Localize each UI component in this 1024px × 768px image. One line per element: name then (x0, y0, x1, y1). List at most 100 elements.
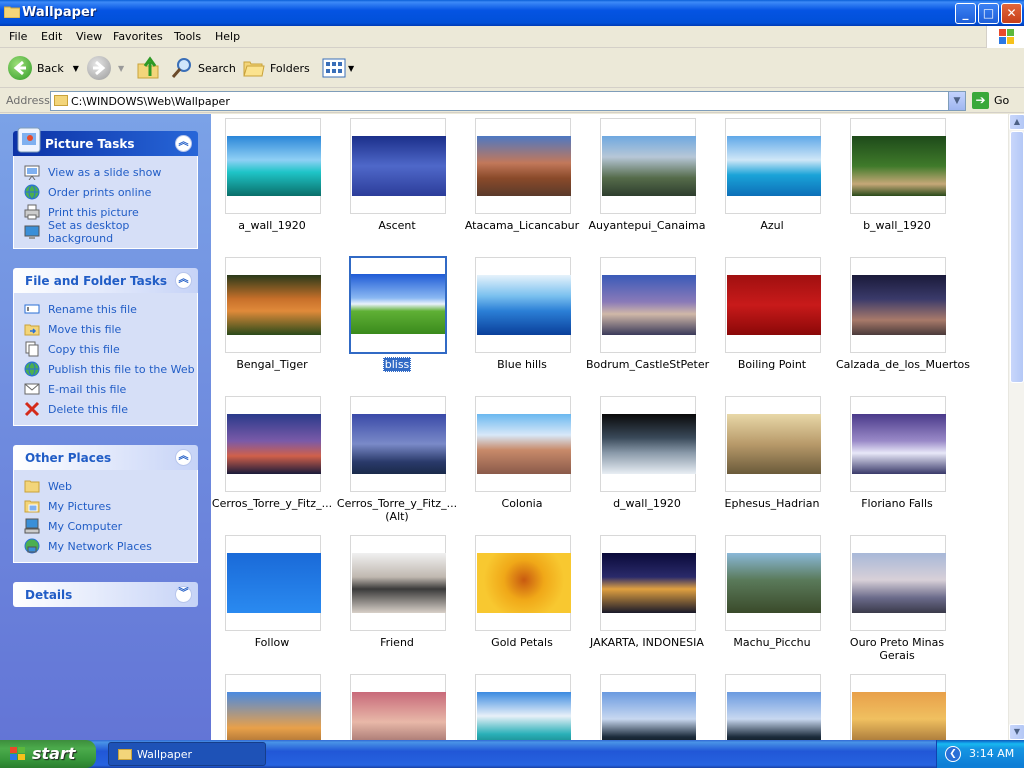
thumbnail-item[interactable]: Friend (336, 531, 458, 667)
thumbnail-item[interactable]: a_wall_1920 (211, 114, 333, 250)
thumbnail-frame[interactable] (350, 118, 446, 214)
minimize-button[interactable]: _ (955, 3, 976, 24)
thumbnail-frame[interactable] (225, 674, 321, 740)
thumbnail-item[interactable]: b_wall_1920 (836, 114, 958, 250)
thumbnail-frame[interactable] (600, 396, 696, 492)
thumbnail-frame[interactable] (350, 396, 446, 492)
go-button[interactable]: ➔ Go (972, 92, 1009, 109)
thumbnail-frame[interactable] (350, 674, 446, 740)
thumbnail-item[interactable] (836, 670, 958, 740)
thumbnail-item[interactable]: Ascent (336, 114, 458, 250)
thumbnail-item[interactable]: Bodrum_CastleStPeter (586, 253, 709, 389)
thumbnail-frame[interactable] (850, 257, 946, 353)
my-network-places-link[interactable]: My Network Places (24, 536, 197, 556)
thumbnail-frame[interactable] (850, 674, 946, 740)
collapse-icon[interactable]: ︽ (175, 135, 192, 152)
thumbnail-frame[interactable] (850, 118, 946, 214)
my-pictures-link[interactable]: My Pictures (24, 496, 197, 516)
my-computer-link[interactable]: My Computer (24, 516, 197, 536)
chevron-down-icon[interactable]: ▼ (73, 64, 79, 73)
other-places-header[interactable]: Other Places ︽ (13, 445, 198, 470)
thumbnail-item[interactable]: Auyantepui_Canaima (586, 114, 708, 250)
address-dropdown-button[interactable]: ▼ (948, 92, 965, 110)
chevron-down-icon[interactable]: ▼ (118, 64, 124, 73)
web-folder-link[interactable]: Web (24, 476, 197, 496)
thumbnail-frame[interactable] (475, 535, 571, 631)
thumbnail-item[interactable]: Ouro Preto Minas Gerais (836, 531, 958, 667)
chevron-down-icon[interactable]: ▼ (348, 64, 354, 73)
maximize-button[interactable]: □ (978, 3, 999, 24)
set-desktop-background-link[interactable]: Set as desktop background (24, 219, 197, 245)
thumbnail-item[interactable] (461, 670, 583, 740)
email-file-link[interactable]: E-mail this file (24, 379, 197, 399)
thumbnail-item[interactable]: Ephesus_Hadrian (711, 392, 833, 528)
file-folder-tasks-header[interactable]: File and Folder Tasks ︽ (13, 268, 198, 293)
tray-expand-icon[interactable]: ❮ (945, 746, 961, 762)
thumbnail-item[interactable]: Bengal_Tiger (211, 253, 333, 389)
thumbnail-item[interactable]: Boiling Point (711, 253, 833, 389)
details-header[interactable]: Details ︾ (13, 582, 198, 607)
address-input[interactable]: C:\WINDOWS\Web\Wallpaper ▼ (50, 91, 966, 111)
thumbnail-item[interactable]: d_wall_1920 (586, 392, 708, 528)
thumbnail-item[interactable]: Blue hills (461, 253, 583, 389)
thumbnail-frame[interactable] (475, 674, 571, 740)
thumbnail-item[interactable]: Cerros_Torre_y_Fitz_... (211, 392, 333, 528)
collapse-icon[interactable]: ︽ (175, 272, 192, 289)
thumbnail-frame[interactable] (225, 118, 321, 214)
thumbnail-frame[interactable] (475, 257, 571, 353)
thumbnail-frame[interactable] (600, 257, 696, 353)
thumbnail-item[interactable]: Azul (711, 114, 833, 250)
thumbnail-item[interactable]: Follow (211, 531, 333, 667)
picture-tasks-header[interactable]: Picture Tasks ︽ (13, 127, 198, 156)
thumbnail-frame[interactable] (850, 535, 946, 631)
collapse-icon[interactable]: ︽ (175, 449, 192, 466)
thumbnail-frame[interactable] (475, 118, 571, 214)
back-button[interactable]: Back ▼ (8, 54, 79, 82)
thumbnail-item[interactable] (586, 670, 708, 740)
order-prints-link[interactable]: Order prints online (24, 182, 197, 202)
delete-file-link[interactable]: Delete this file (24, 399, 197, 419)
menu-edit[interactable]: Edit (41, 30, 62, 43)
publish-to-web-link[interactable]: Publish this file to the Web (24, 359, 197, 379)
thumbnail-item[interactable]: Cerros_Torre_y_Fitz_... (Alt) (336, 392, 458, 528)
menu-view[interactable]: View (76, 30, 102, 43)
expand-icon[interactable]: ︾ (175, 586, 192, 603)
menu-favorites[interactable]: Favorites (113, 30, 163, 43)
thumbnail-item[interactable]: Colonia (461, 392, 583, 528)
thumbnail-frame[interactable] (349, 256, 447, 354)
copy-file-link[interactable]: Copy this file (24, 339, 197, 359)
title-bar[interactable]: Wallpaper _ □ ✕ (0, 0, 1024, 26)
menu-help[interactable]: Help (215, 30, 240, 43)
thumbnail-item[interactable]: Floriano Falls (836, 392, 958, 528)
folders-button[interactable]: Folders (242, 54, 310, 82)
menu-tools[interactable]: Tools (174, 30, 201, 43)
close-button[interactable]: ✕ (1001, 3, 1022, 24)
thumbnail-frame[interactable] (600, 535, 696, 631)
vertical-scrollbar[interactable]: ▲ ▼ (1008, 114, 1024, 740)
thumbnail-item[interactable]: JAKARTA, INDONESIA (586, 531, 708, 667)
thumbnail-item[interactable]: bliss (336, 253, 458, 389)
thumbnail-frame[interactable] (350, 535, 446, 631)
thumbnail-item[interactable] (211, 670, 333, 740)
scroll-up-button[interactable]: ▲ (1009, 114, 1024, 130)
thumbnail-item[interactable] (711, 670, 833, 740)
search-button[interactable]: Search (170, 54, 236, 82)
rename-file-link[interactable]: Rename this file (24, 299, 197, 319)
forward-button[interactable]: ▼ (87, 54, 124, 82)
thumbnail-frame[interactable] (600, 118, 696, 214)
up-folder-button[interactable] (136, 54, 160, 82)
taskbar-window-button[interactable]: Wallpaper (108, 742, 266, 766)
thumbnail-frame[interactable] (850, 396, 946, 492)
menu-file[interactable]: File (9, 30, 27, 43)
thumbnail-item[interactable]: Gold Petals (461, 531, 583, 667)
thumbnail-item[interactable]: Machu_Picchu (711, 531, 833, 667)
thumbnail-item[interactable] (336, 670, 458, 740)
start-button[interactable]: start (0, 740, 96, 768)
move-file-link[interactable]: Move this file (24, 319, 197, 339)
view-slideshow-link[interactable]: View as a slide show (24, 162, 197, 182)
scroll-down-button[interactable]: ▼ (1009, 724, 1024, 740)
thumbnail-frame[interactable] (225, 535, 321, 631)
views-button[interactable]: ▼ (322, 54, 354, 82)
thumbnail-frame[interactable] (725, 257, 821, 353)
thumbnail-frame[interactable] (725, 396, 821, 492)
